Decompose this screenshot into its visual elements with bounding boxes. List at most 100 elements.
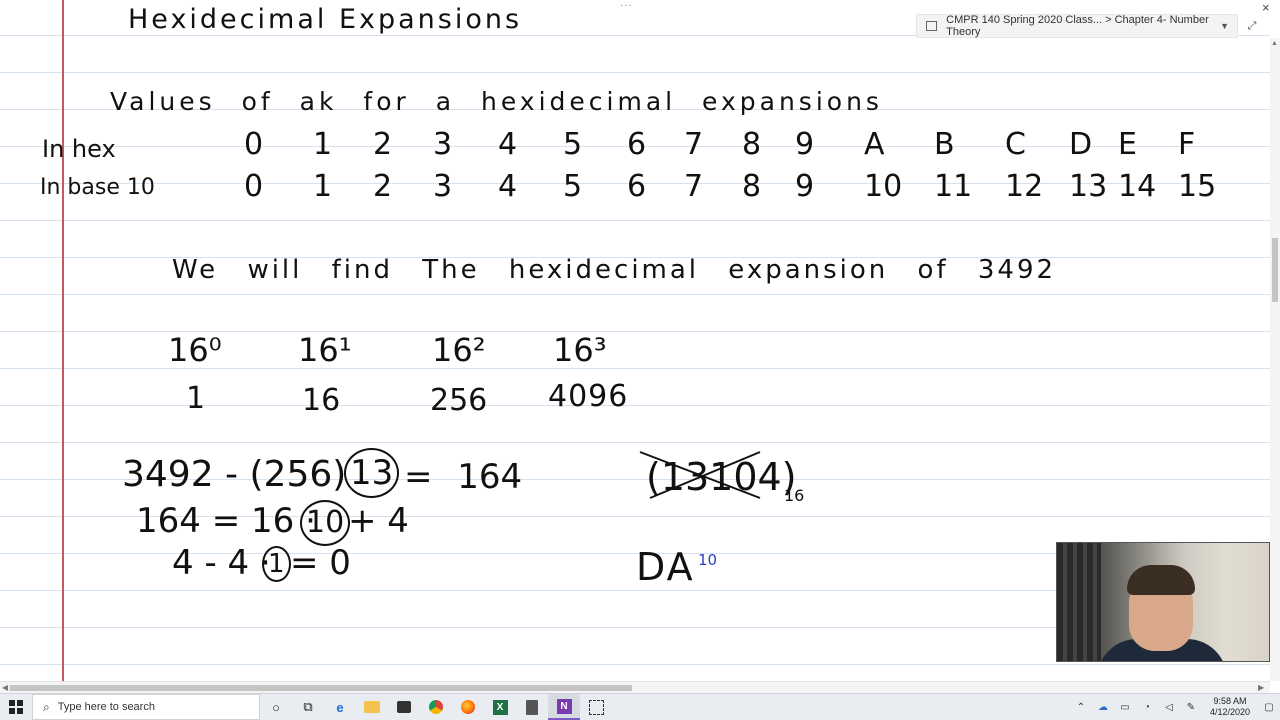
webcam-curtain: [1057, 543, 1101, 661]
hex-value-1: 1: [313, 127, 333, 162]
step-1-right: = 164: [404, 457, 523, 497]
power-16-0: 16⁰: [168, 331, 222, 369]
excel-icon[interactable]: X: [484, 694, 516, 720]
search-icon: ⌕: [43, 699, 50, 714]
store-icon[interactable]: [388, 694, 420, 720]
row-label-hex: In hex: [42, 135, 116, 163]
base10-value-1: 1: [313, 169, 333, 204]
step-3-left: 4 - 4 ·: [172, 543, 271, 583]
system-tray: ⌃ ☁ ▭ ◔ ◁ ✎ 9:58 AM 4/12/2020 ▢: [1070, 694, 1280, 720]
edge-browser-icon[interactable]: e: [324, 694, 356, 720]
power-value-4096: 4096: [548, 379, 629, 414]
row-label-base10: In base 10: [40, 175, 155, 200]
crossed-base: 16: [784, 486, 805, 505]
windows-taskbar: ⌕ Type here to search ○ ⧉ e X N ⌃ ☁ ▭ ◔ …: [0, 693, 1280, 720]
section-heading: Values of ak for a hexidecimal expansion…: [110, 87, 883, 116]
calculator-icon[interactable]: [516, 694, 548, 720]
hex-value-14: E: [1118, 127, 1137, 162]
power-value-16: 16: [302, 383, 341, 418]
base10-value-5: 5: [563, 169, 583, 204]
chrome-icon[interactable]: [420, 694, 452, 720]
breadcrumb[interactable]: CMPR 140 Spring 2020 Class... > Chapter …: [916, 14, 1238, 38]
step-2-digit: 10: [300, 500, 351, 546]
base10-value-11: 11: [934, 169, 973, 204]
hex-value-15: F: [1178, 127, 1196, 162]
hex-value-9: 9: [795, 127, 815, 162]
base10-value-15: 15: [1178, 169, 1217, 204]
scroll-right-icon[interactable]: ▶: [1258, 683, 1264, 692]
hex-value-8: 8: [742, 127, 762, 162]
base10-value-4: 4: [498, 169, 518, 204]
power-value-256: 256: [430, 383, 488, 418]
hex-value-5: 5: [563, 127, 583, 162]
clock-date: 4/12/2020: [1209, 707, 1251, 717]
onenote-canvas[interactable]: ··· × CMPR 140 Spring 2020 Class... > Ch…: [0, 0, 1270, 681]
search-placeholder: Type here to search: [57, 701, 155, 713]
step-1-digit: 13: [344, 448, 400, 498]
base10-value-13: 13: [1069, 169, 1108, 204]
task-view-icon[interactable]: ⧉: [292, 694, 324, 720]
volume-icon[interactable]: ◁: [1158, 702, 1180, 713]
taskbar-clock[interactable]: 9:58 AM 4/12/2020: [1202, 696, 1258, 718]
hex-value-13: D: [1069, 127, 1093, 162]
taskbar-search-input[interactable]: ⌕ Type here to search: [32, 694, 260, 720]
answer-partial: DA: [636, 545, 695, 589]
step-2-right: + 4: [348, 501, 409, 541]
base10-value-12: 12: [1005, 169, 1044, 204]
answer-superscript: 10: [698, 551, 718, 569]
step-2-left: 164 = 16 ·: [136, 501, 316, 541]
scroll-left-icon[interactable]: ◀: [2, 683, 8, 692]
base10-value-6: 6: [627, 169, 647, 204]
network-icon[interactable]: ▭: [1114, 702, 1136, 713]
page-title: Hexidecimal Expansions: [128, 4, 523, 35]
hex-value-0: 0: [244, 127, 264, 162]
notifications-icon[interactable]: ▢: [1258, 702, 1280, 713]
hex-value-7: 7: [684, 127, 704, 162]
base10-value-7: 7: [684, 169, 704, 204]
base10-value-2: 2: [373, 169, 393, 204]
strike-lines: [639, 451, 761, 499]
hex-value-6: 6: [627, 127, 647, 162]
cortana-icon[interactable]: ○: [260, 694, 292, 720]
page-margin-line: [62, 0, 64, 681]
base10-value-14: 14: [1118, 169, 1157, 204]
hex-value-4: 4: [498, 127, 518, 162]
power-16-1: 16¹: [298, 331, 352, 369]
close-icon[interactable]: ×: [1262, 0, 1270, 15]
horizontal-scroll-thumb[interactable]: [10, 685, 632, 691]
vertical-scrollbar[interactable]: ▲: [1270, 38, 1280, 681]
base10-value-8: 8: [742, 169, 762, 204]
chevron-up-icon[interactable]: ⌃: [1070, 702, 1092, 713]
file-explorer-icon[interactable]: [356, 694, 388, 720]
firefox-icon[interactable]: [452, 694, 484, 720]
webcam-hair: [1127, 565, 1195, 595]
expand-icon[interactable]: ⤢: [1240, 14, 1264, 38]
breadcrumb-text[interactable]: CMPR 140 Spring 2020 Class... > Chapter …: [946, 14, 1220, 38]
hex-value-10: A: [864, 127, 885, 162]
scroll-up-icon[interactable]: ▲: [1271, 40, 1278, 47]
windows-start-icon[interactable]: [0, 694, 32, 720]
hex-value-3: 3: [433, 127, 453, 162]
wifi-icon[interactable]: ◔: [1136, 702, 1158, 713]
power-value-1: 1: [186, 381, 206, 416]
horizontal-scrollbar[interactable]: ◀ ▶: [0, 681, 1270, 693]
onedrive-icon[interactable]: ☁: [1092, 702, 1114, 713]
snipping-tool-icon[interactable]: [580, 694, 612, 720]
pen-icon[interactable]: ✎: [1180, 702, 1202, 713]
hex-value-12: C: [1005, 127, 1026, 162]
hex-value-11: B: [934, 127, 955, 162]
webcam-overlay: [1056, 542, 1270, 662]
step-3-digit: 1: [262, 546, 291, 582]
onenote-icon[interactable]: N: [548, 694, 580, 720]
step-3-right: = 0: [290, 543, 351, 583]
chevron-down-icon[interactable]: ▼: [1220, 21, 1229, 31]
base10-value-0: 0: [244, 169, 264, 204]
vertical-scroll-thumb[interactable]: [1272, 238, 1278, 302]
window-drag-dots[interactable]: ···: [620, 0, 633, 11]
power-16-3: 16³: [553, 331, 607, 369]
problem-statement: We will find The hexidecimal expansion o…: [172, 255, 1057, 285]
base10-value-10: 10: [864, 169, 903, 204]
base10-value-3: 3: [433, 169, 453, 204]
clock-time: 9:58 AM: [1213, 696, 1247, 706]
power-16-2: 16²: [432, 331, 486, 369]
